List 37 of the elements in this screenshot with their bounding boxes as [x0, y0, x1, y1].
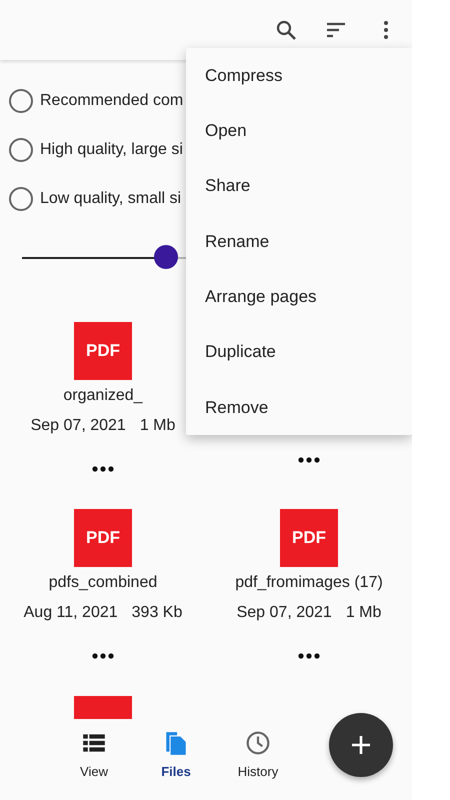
option-label: High quality, large si	[40, 140, 183, 160]
file-size: 1 Mb	[140, 416, 176, 436]
file-name: pdfs_combined	[48, 573, 158, 593]
option-label: Low quality, small si	[40, 188, 182, 208]
file-date: Aug 11, 2021	[24, 603, 118, 623]
file-date: Sep 07, 2021	[30, 416, 126, 436]
file-name: organized_	[63, 386, 143, 406]
menu-item[interactable]: Open	[186, 103, 412, 159]
file-size: 393 Kb	[132, 603, 182, 623]
menu-item[interactable]: Rename	[186, 214, 412, 270]
radio-button[interactable]	[9, 88, 33, 112]
menu-item[interactable]: Remove	[186, 380, 412, 436]
pdf-file-icon[interactable]: PDF	[280, 509, 338, 567]
pdf-file-icon[interactable]: PDF	[74, 322, 132, 380]
pdf-file-icon[interactable]: PDF	[74, 509, 132, 567]
search-icon[interactable]	[274, 18, 298, 42]
option-label: Recommended com	[40, 90, 184, 110]
menu-item[interactable]: Share	[186, 158, 412, 214]
slider-thumb[interactable]	[154, 245, 178, 269]
more-icon	[92, 652, 114, 659]
menu-item[interactable]: Arrange pages	[186, 269, 412, 324]
file-size: 1 Mb	[346, 603, 382, 623]
plus-icon	[350, 734, 372, 756]
more-icon	[298, 456, 320, 463]
nav-tab[interactable]: View	[64, 730, 124, 800]
file-date: Sep 07, 2021	[236, 603, 332, 623]
nav-tab[interactable]: History	[228, 730, 288, 800]
add-button[interactable]	[329, 713, 393, 777]
more-icon	[92, 466, 114, 472]
clock-icon	[245, 730, 271, 756]
menu-item[interactable]: Duplicate	[186, 324, 412, 380]
nav-tab[interactable]: Files	[146, 730, 206, 800]
menu-item[interactable]: Compress	[186, 48, 412, 104]
file-name: pdf_fromimages (17)	[235, 573, 383, 593]
radio-button[interactable]	[9, 138, 33, 162]
more-icon	[298, 652, 320, 659]
radio-button[interactable]	[9, 186, 33, 210]
